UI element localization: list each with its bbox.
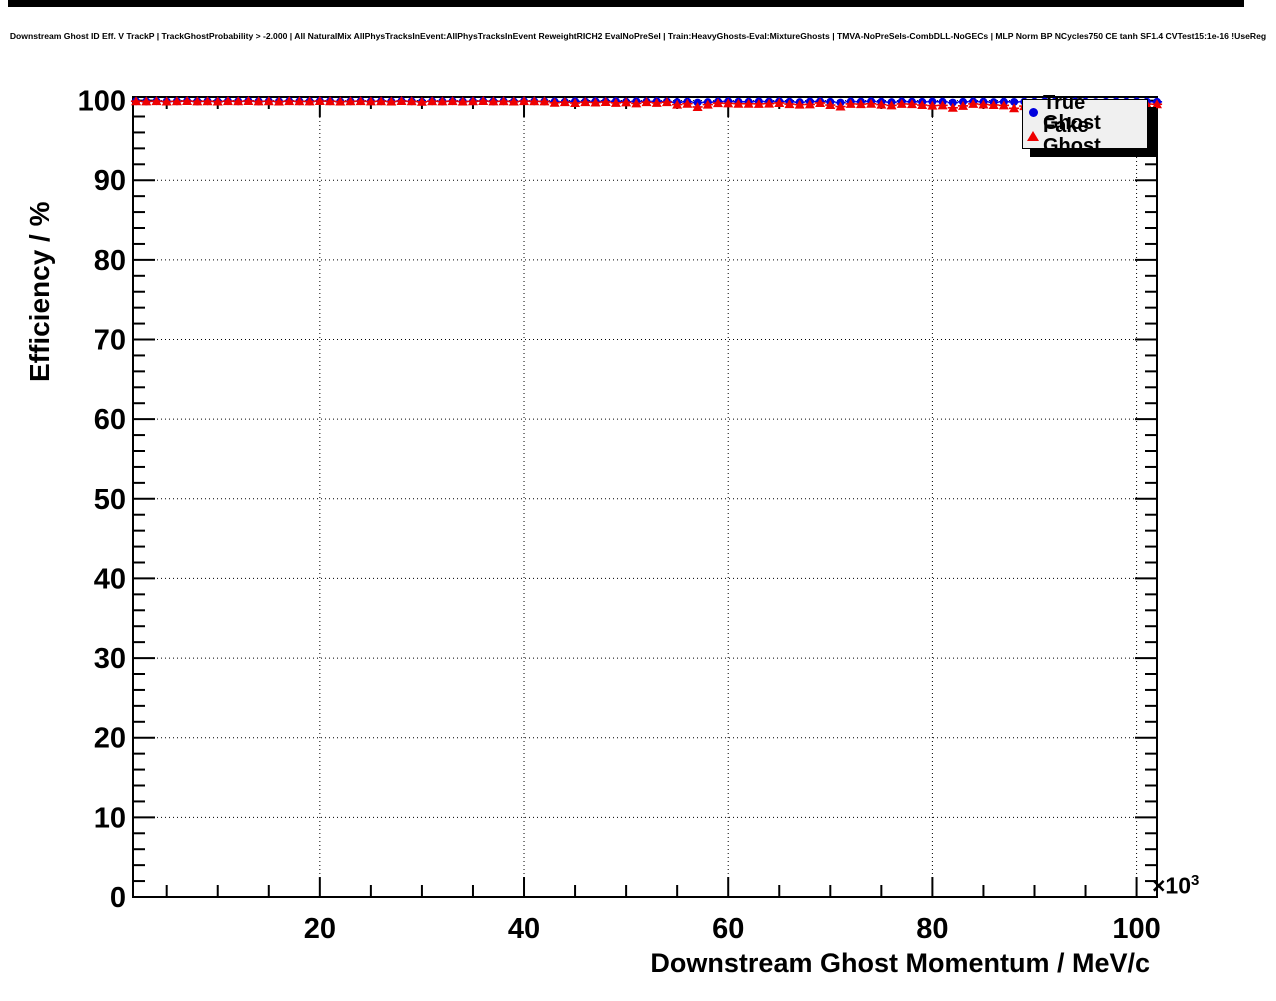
svg-text:10: 10 [94, 802, 126, 834]
svg-text:70: 70 [94, 325, 126, 357]
svg-text:60: 60 [94, 404, 126, 436]
svg-text:0: 0 [110, 882, 126, 914]
svg-text:80: 80 [916, 913, 948, 945]
legend-entry-fake-ghost: Fake Ghost [1023, 124, 1147, 147]
svg-text:20: 20 [304, 913, 336, 945]
root-canvas: { "window": { "top_bar_color": "#000000"… [0, 0, 1276, 996]
svg-text:90: 90 [94, 165, 126, 197]
circle-icon [1023, 108, 1043, 117]
svg-text:20: 20 [94, 723, 126, 755]
x-axis-exponent: ×103 [1152, 872, 1199, 900]
x-axis-title: Downstream Ghost Momentum / MeV/c [650, 948, 1150, 979]
svg-text:50: 50 [94, 484, 126, 516]
legend-box: True Ghost Fake Ghost [1022, 99, 1148, 149]
svg-text:40: 40 [508, 913, 540, 945]
y-axis-title: Efficiency / % [24, 201, 56, 382]
svg-text:80: 80 [94, 245, 126, 277]
svg-text:60: 60 [712, 913, 744, 945]
svg-text:40: 40 [94, 563, 126, 595]
svg-text:30: 30 [94, 643, 126, 675]
svg-text:100: 100 [1112, 913, 1160, 945]
svg-text:100: 100 [78, 86, 126, 118]
triangle-icon [1023, 131, 1043, 141]
legend-label: Fake Ghost [1043, 116, 1147, 156]
